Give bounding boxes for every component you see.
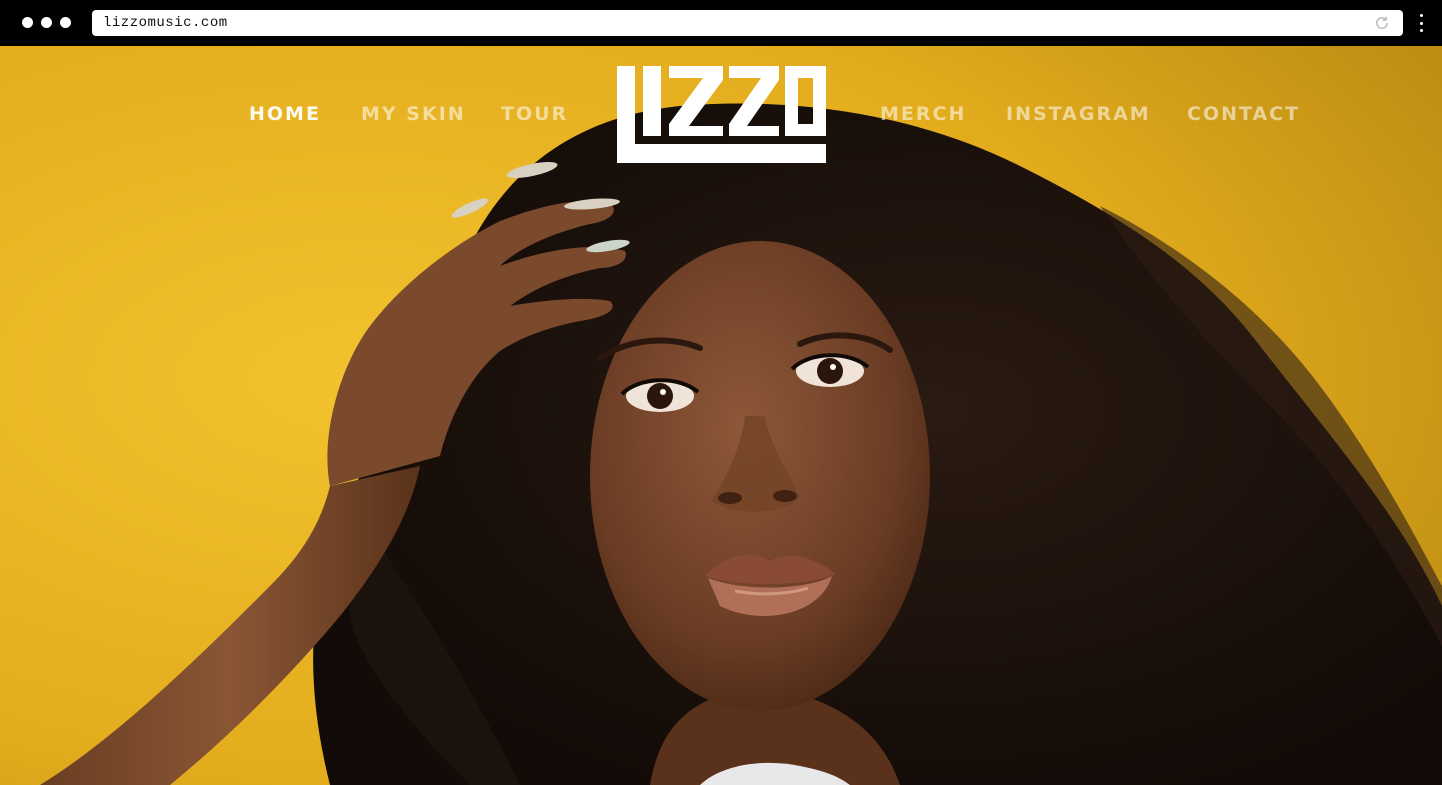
url-text[interactable]: lizzomusic.com — [103, 15, 228, 31]
browser-window: lizzomusic.com HOME MY SKIN TOUR MERCH I… — [0, 0, 1442, 785]
nav-item-home[interactable]: HOME — [249, 103, 321, 125]
nav-item-merch[interactable]: MERCH — [880, 103, 966, 125]
lizzo-logo[interactable] — [617, 66, 826, 163]
main-navigation: HOME MY SKIN TOUR MERCH INSTAGRAM CONTAC… — [0, 46, 1442, 186]
reload-icon[interactable] — [1373, 14, 1391, 32]
browser-chrome: lizzomusic.com — [0, 0, 1442, 46]
nav-item-my-skin[interactable]: MY SKIN — [361, 103, 466, 125]
window-dot-3[interactable] — [60, 17, 71, 28]
nav-item-contact[interactable]: CONTACT — [1187, 103, 1300, 125]
nav-item-tour[interactable]: TOUR — [501, 103, 568, 125]
address-bar[interactable]: lizzomusic.com — [92, 10, 1403, 36]
window-dot-1[interactable] — [22, 17, 33, 28]
kebab-menu-icon[interactable] — [1416, 14, 1426, 32]
window-controls — [22, 17, 71, 28]
web-page: HOME MY SKIN TOUR MERCH INSTAGRAM CONTAC… — [0, 46, 1442, 785]
nav-item-instagram[interactable]: INSTAGRAM — [1006, 103, 1151, 125]
window-dot-2[interactable] — [41, 17, 52, 28]
